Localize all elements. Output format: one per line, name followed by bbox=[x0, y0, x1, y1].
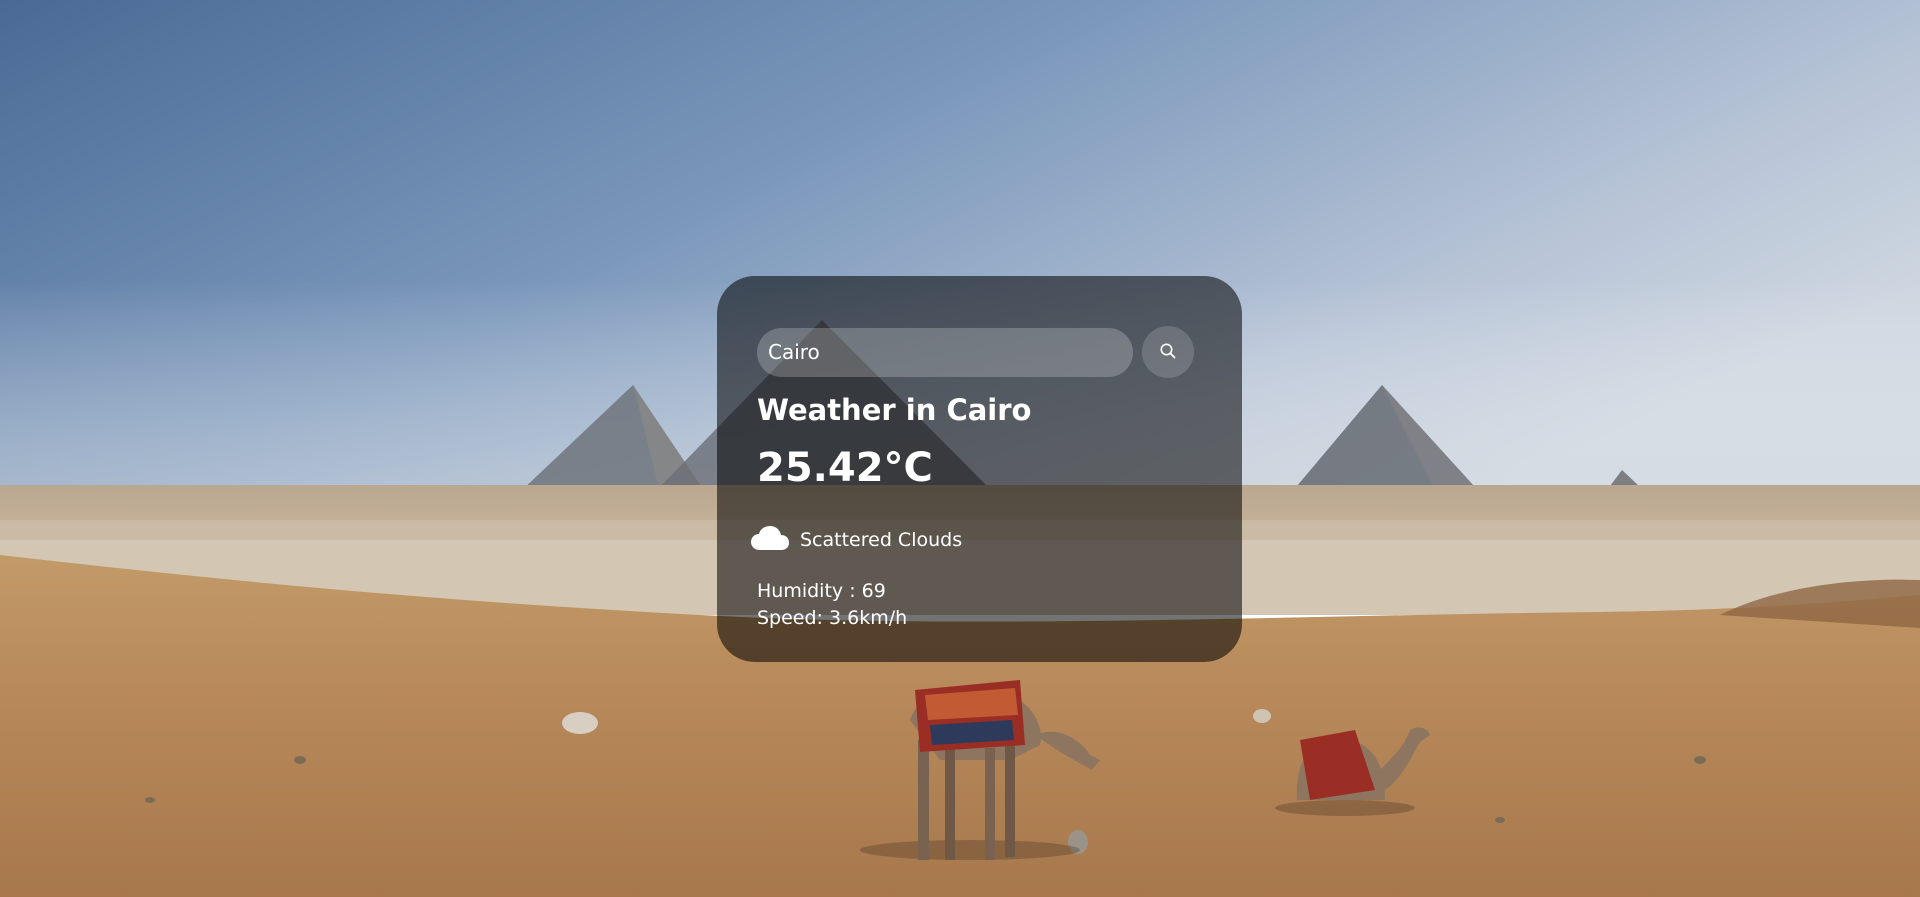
wind-speed-text: Speed: 3.6km/h bbox=[757, 606, 908, 629]
search-button[interactable] bbox=[1142, 326, 1194, 378]
weather-card: Weather in Cairo 25.42°C Scattered Cloud… bbox=[717, 276, 1242, 662]
humidity-text: Humidity : 69 bbox=[757, 579, 886, 602]
search-row bbox=[757, 326, 1202, 378]
weather-details: Humidity : 69 Speed: 3.6km/h bbox=[757, 578, 1202, 632]
search-icon bbox=[1159, 342, 1177, 363]
weather-description: Scattered Clouds bbox=[800, 528, 963, 551]
search-input[interactable] bbox=[757, 327, 1133, 377]
cloud-icon bbox=[750, 524, 790, 556]
temperature-value: 25.42°C bbox=[757, 444, 933, 491]
weather-condition: Scattered Clouds bbox=[750, 524, 1202, 556]
city-title: Weather in Cairo bbox=[757, 393, 1032, 427]
